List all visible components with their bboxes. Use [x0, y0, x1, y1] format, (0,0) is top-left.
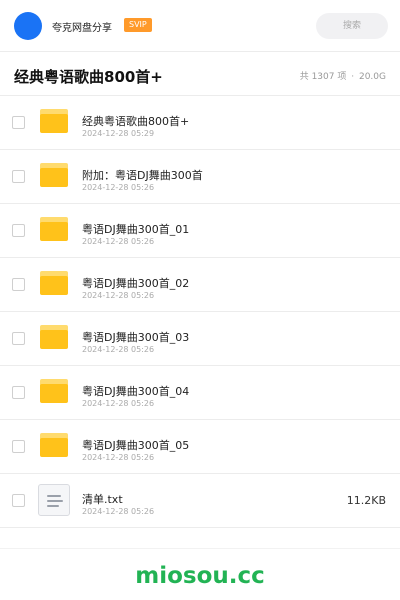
row-checkbox[interactable] [12, 170, 25, 183]
file-size: 11.2KB [346, 494, 386, 507]
folder-icon [40, 379, 68, 403]
text-document-icon [38, 484, 70, 516]
row-checkbox[interactable] [12, 116, 25, 129]
file-row[interactable]: 清单.txt 2024-12-28 05:26 11.2KB [0, 474, 400, 528]
folder-icon [40, 433, 68, 457]
file-name[interactable]: 经典粤语歌曲800首+ [82, 113, 189, 129]
file-date: 2024-12-28 05:29 [82, 129, 155, 138]
file-row[interactable]: 附加：粤语DJ舞曲300首 2024-12-28 05:26 [0, 150, 400, 204]
file-date: 2024-12-28 05:26 [82, 453, 155, 462]
file-date: 2024-12-28 05:26 [82, 291, 155, 300]
file-row[interactable]: 粤语DJ舞曲300首_02 2024-12-28 05:26 [0, 258, 400, 312]
folder-header: 经典粤语歌曲800首+ 共 1307 项 · 20.0G [0, 52, 400, 96]
sharer-name: 夸克网盘分享 [52, 23, 112, 34]
file-row[interactable]: 粤语DJ舞曲300首_05 2024-12-28 05:26 [0, 420, 400, 474]
total-size: 20.0G [358, 72, 386, 82]
folder-icon [40, 217, 68, 241]
item-count: 共 1307 项 [299, 72, 347, 82]
search-button[interactable]: 搜索 [316, 13, 388, 39]
file-date: 2024-12-28 05:26 [82, 345, 155, 354]
top-bar: 夸克网盘分享 SVIP 搜索 [0, 0, 400, 52]
file-name[interactable]: 粤语DJ舞曲300首_05 [82, 437, 189, 453]
page-title: 经典粤语歌曲800首+ [14, 68, 163, 86]
watermark-text: miosou.cc [135, 563, 265, 589]
svip-badge: SVIP [124, 18, 152, 32]
file-list: 经典粤语歌曲800首+ 2024-12-28 05:29 附加：粤语DJ舞曲30… [0, 96, 400, 528]
row-checkbox[interactable] [12, 224, 25, 237]
file-row[interactable]: 粤语DJ舞曲300首_01 2024-12-28 05:26 [0, 204, 400, 258]
folder-summary: 共 1307 项 · 20.0G [300, 69, 386, 82]
footer: miosou.cc [0, 548, 400, 600]
file-name[interactable]: 粤语DJ舞曲300首_04 [82, 383, 189, 399]
file-date: 2024-12-28 05:26 [82, 399, 155, 408]
file-name[interactable]: 粤语DJ舞曲300首_02 [82, 275, 189, 291]
avatar[interactable] [14, 12, 42, 40]
file-date: 2024-12-28 05:26 [82, 507, 155, 516]
file-row[interactable]: 粤语DJ舞曲300首_04 2024-12-28 05:26 [0, 366, 400, 420]
file-name[interactable]: 粤语DJ舞曲300首_01 [82, 221, 189, 237]
file-row[interactable]: 经典粤语歌曲800首+ 2024-12-28 05:29 [0, 96, 400, 150]
row-checkbox[interactable] [12, 440, 25, 453]
file-name[interactable]: 粤语DJ舞曲300首_03 [82, 329, 189, 345]
meta-separator: · [351, 72, 355, 82]
file-date: 2024-12-28 05:26 [82, 183, 155, 192]
file-date: 2024-12-28 05:26 [82, 237, 155, 246]
folder-icon [40, 109, 68, 133]
row-checkbox[interactable] [12, 332, 25, 345]
row-checkbox[interactable] [12, 278, 25, 291]
row-checkbox[interactable] [12, 386, 25, 399]
file-name[interactable]: 附加：粤语DJ舞曲300首 [82, 167, 203, 183]
row-checkbox[interactable] [12, 494, 25, 507]
folder-icon [40, 325, 68, 349]
folder-icon [40, 271, 68, 295]
folder-icon [40, 163, 68, 187]
file-name[interactable]: 清单.txt [82, 491, 123, 507]
file-row[interactable]: 粤语DJ舞曲300首_03 2024-12-28 05:26 [0, 312, 400, 366]
